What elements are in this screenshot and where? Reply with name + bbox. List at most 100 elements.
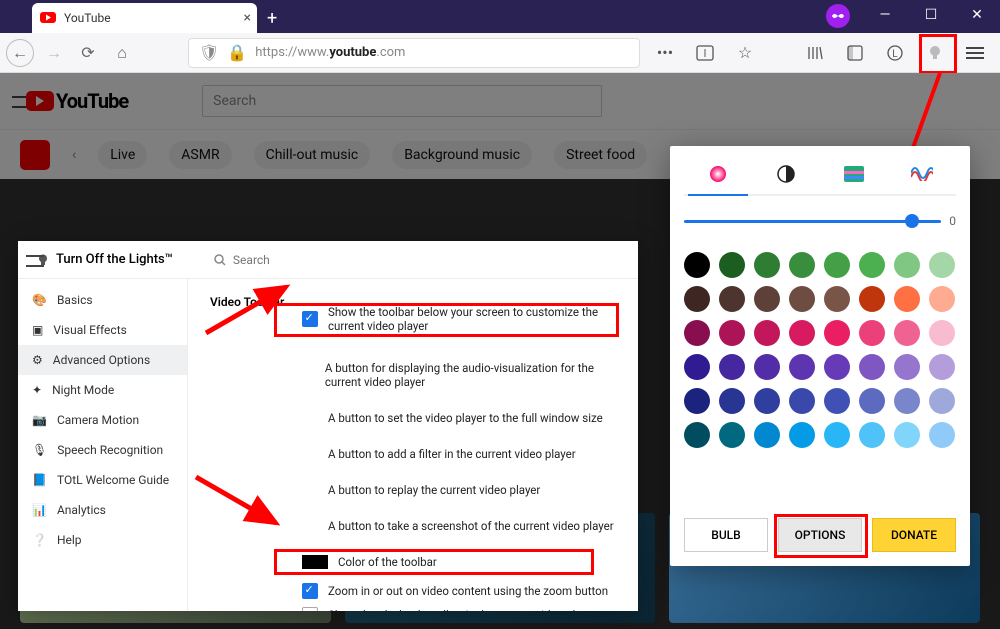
color-swatch[interactable] — [719, 286, 745, 312]
color-swatch[interactable] — [824, 388, 850, 414]
color-swatch[interactable] — [754, 422, 780, 448]
book-icon: 📘 — [32, 473, 47, 487]
new-tab-button[interactable]: + — [267, 3, 277, 33]
back-button[interactable]: ← — [6, 39, 34, 67]
color-swatch[interactable] — [789, 320, 815, 346]
firefox-menu-button[interactable] — [960, 38, 990, 68]
popup-donate-button[interactable]: DONATE — [872, 518, 956, 552]
annotation-highlight-1 — [274, 303, 619, 337]
color-swatch[interactable] — [824, 320, 850, 346]
popup-bulb-button[interactable]: BULB — [684, 518, 768, 552]
sidebar-item-help[interactable]: ❔Help — [18, 525, 187, 555]
color-swatch[interactable] — [684, 252, 710, 278]
color-swatch[interactable] — [684, 388, 710, 414]
color-swatch[interactable] — [929, 388, 955, 414]
color-swatch[interactable] — [859, 252, 885, 278]
color-swatch[interactable] — [684, 320, 710, 346]
color-swatch[interactable] — [684, 422, 710, 448]
account-icon[interactable]: L — [880, 38, 910, 68]
more-icon[interactable]: ••• — [650, 38, 680, 68]
sidebar-item-analytics[interactable]: 📊Analytics — [18, 495, 187, 525]
browser-tab[interactable]: YouTube × — [32, 3, 257, 33]
sidebar-icon[interactable] — [840, 38, 870, 68]
tune-icon: ⚙ — [32, 353, 43, 367]
library-icon[interactable] — [800, 38, 830, 68]
popup-tab-contrast[interactable] — [774, 162, 798, 186]
color-swatch[interactable] — [929, 422, 955, 448]
tab-title: YouTube — [64, 11, 111, 25]
color-swatch[interactable] — [789, 286, 815, 312]
option-zoom[interactable]: Zoom in or out on video content using th… — [302, 579, 624, 603]
color-swatch[interactable] — [719, 422, 745, 448]
color-swatch[interactable] — [859, 388, 885, 414]
popup-tab-wave[interactable] — [910, 162, 934, 186]
sidebar-item-camera-motion[interactable]: 📷Camera Motion — [18, 405, 187, 435]
color-swatch[interactable] — [824, 354, 850, 380]
private-mode-icon — [826, 4, 850, 28]
sidebar-item-night-mode[interactable]: ✦Night Mode — [18, 375, 187, 405]
color-swatch[interactable] — [754, 286, 780, 312]
url-field[interactable]: 🛡 🔒 https://www.youtube.com — [188, 38, 640, 68]
bookmark-star-icon[interactable]: ☆ — [730, 38, 760, 68]
color-swatch[interactable] — [719, 388, 745, 414]
color-swatch[interactable] — [719, 252, 745, 278]
color-swatch[interactable] — [719, 354, 745, 380]
sidebar-item-advanced-options[interactable]: ⚙Advanced Options — [18, 345, 187, 375]
shield-icon: 🛡 — [199, 43, 219, 62]
checkbox-playback[interactable] — [302, 607, 318, 611]
option-playback[interactable]: Show the playback toolbar in the current… — [302, 603, 624, 611]
color-swatch[interactable] — [719, 320, 745, 346]
color-swatch[interactable] — [894, 320, 920, 346]
color-swatch[interactable] — [929, 354, 955, 380]
window-minimize-button[interactable]: — — [862, 0, 908, 30]
option-replay: A button to replay the current video pla… — [302, 479, 624, 501]
color-swatch[interactable] — [929, 286, 955, 312]
sidebar-item-speech[interactable]: 🎙Speech Recognition — [18, 435, 187, 465]
color-swatch[interactable] — [894, 422, 920, 448]
color-swatch[interactable] — [859, 354, 885, 380]
annotation-highlight-options-button — [774, 514, 868, 558]
sidebar-item-basics[interactable]: 🎨Basics — [18, 285, 187, 315]
color-swatch[interactable] — [789, 354, 815, 380]
sidebar-item-visual-effects[interactable]: ▣Visual Effects — [18, 315, 187, 345]
color-swatch[interactable] — [824, 286, 850, 312]
window-close-button[interactable]: ✕ — [954, 0, 1000, 30]
options-sidebar: 🎨Basics ▣Visual Effects ⚙Advanced Option… — [18, 279, 188, 611]
home-button[interactable]: ⌂ — [108, 39, 136, 67]
color-swatch[interactable] — [894, 286, 920, 312]
reload-button[interactable]: ⟳ — [74, 39, 102, 67]
popup-opacity-slider[interactable]: 0 — [684, 214, 956, 228]
color-swatch[interactable] — [754, 354, 780, 380]
popup-tab-color[interactable] — [706, 162, 730, 186]
tab-close-icon[interactable]: × — [244, 10, 251, 26]
color-swatch[interactable] — [789, 388, 815, 414]
color-swatch[interactable] — [859, 320, 885, 346]
youtube-favicon — [40, 10, 56, 26]
color-swatch[interactable] — [929, 320, 955, 346]
window-maximize-button[interactable]: ☐ — [908, 0, 954, 30]
slider-thumb[interactable] — [905, 214, 919, 228]
sidebar-item-welcome[interactable]: 📘TOtL Welcome Guide — [18, 465, 187, 495]
color-swatch[interactable] — [684, 354, 710, 380]
options-search-input[interactable] — [233, 253, 389, 267]
color-swatch[interactable] — [684, 286, 710, 312]
color-swatch[interactable] — [754, 252, 780, 278]
popup-tab-atmosphere[interactable] — [842, 162, 866, 186]
color-swatch[interactable] — [754, 388, 780, 414]
color-swatch[interactable] — [824, 252, 850, 278]
popup-tabs — [684, 156, 956, 196]
color-swatch[interactable] — [789, 422, 815, 448]
color-swatch[interactable] — [754, 320, 780, 346]
color-swatch[interactable] — [894, 388, 920, 414]
color-swatch[interactable] — [789, 252, 815, 278]
reader-icon[interactable] — [690, 38, 720, 68]
color-swatch[interactable] — [859, 422, 885, 448]
color-swatch[interactable] — [824, 422, 850, 448]
options-search[interactable] — [183, 253, 630, 267]
color-swatch[interactable] — [929, 252, 955, 278]
color-swatch[interactable] — [859, 286, 885, 312]
checkbox-zoom[interactable] — [302, 583, 318, 599]
annotation-extension-highlight — [919, 34, 957, 74]
color-swatch[interactable] — [894, 354, 920, 380]
color-swatch[interactable] — [894, 252, 920, 278]
